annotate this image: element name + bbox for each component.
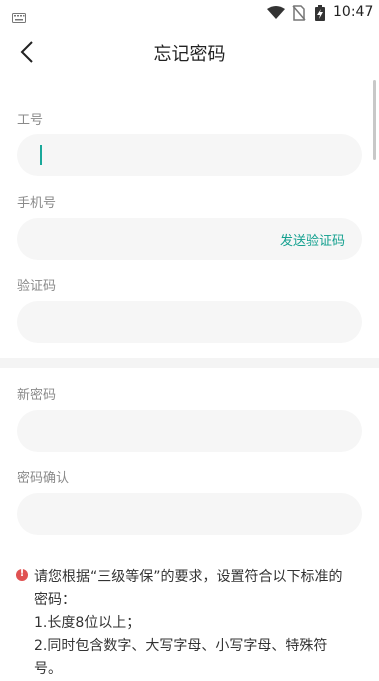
notice-line: 号。 [34, 661, 62, 677]
employee-id-label: 工号 [17, 113, 44, 128]
phone-label: 手机号 [17, 196, 57, 211]
notice-line: 密码： [34, 592, 76, 608]
keyboard-icon [12, 8, 26, 27]
notice-line: 请您根据“三级等保”的要求，设置符合以下标准的 [34, 569, 343, 585]
confirm-password-label: 密码确认 [17, 471, 70, 486]
status-bar: 10:47 [0, 0, 379, 26]
notice-text: 请您根据“三级等保”的要求，设置符合以下标准的 密码： 1.长度8位以上； 2.… [34, 566, 366, 681]
employee-id-input[interactable] [17, 134, 362, 176]
status-time: 10:47 [333, 4, 374, 20]
section-divider [0, 358, 379, 368]
text-caret [40, 145, 42, 165]
send-code-button[interactable]: 发送验证码 [280, 230, 345, 249]
phone-input[interactable]: 发送验证码 [17, 218, 362, 260]
nav-bar: 忘记密码 [0, 26, 379, 76]
scrollbar[interactable] [373, 80, 376, 160]
verify-code-input[interactable] [17, 301, 362, 343]
confirm-password-input[interactable] [17, 493, 362, 535]
new-password-label: 新密码 [17, 388, 57, 403]
new-password-input[interactable] [17, 410, 362, 452]
password-requirements-notice: 请您根据“三级等保”的要求，设置符合以下标准的 密码： 1.长度8位以上； 2.… [16, 566, 366, 681]
wifi-icon [267, 5, 285, 24]
no-sim-icon [292, 5, 306, 25]
warning-icon [16, 568, 28, 581]
notice-line: 2.同时包含数字、大写字母、小写字母、特殊符 [34, 638, 328, 654]
page-title: 忘记密码 [153, 44, 226, 65]
battery-charging-icon [315, 5, 325, 25]
notice-line: 1.长度8位以上； [34, 615, 141, 631]
verify-code-label: 验证码 [17, 279, 57, 294]
